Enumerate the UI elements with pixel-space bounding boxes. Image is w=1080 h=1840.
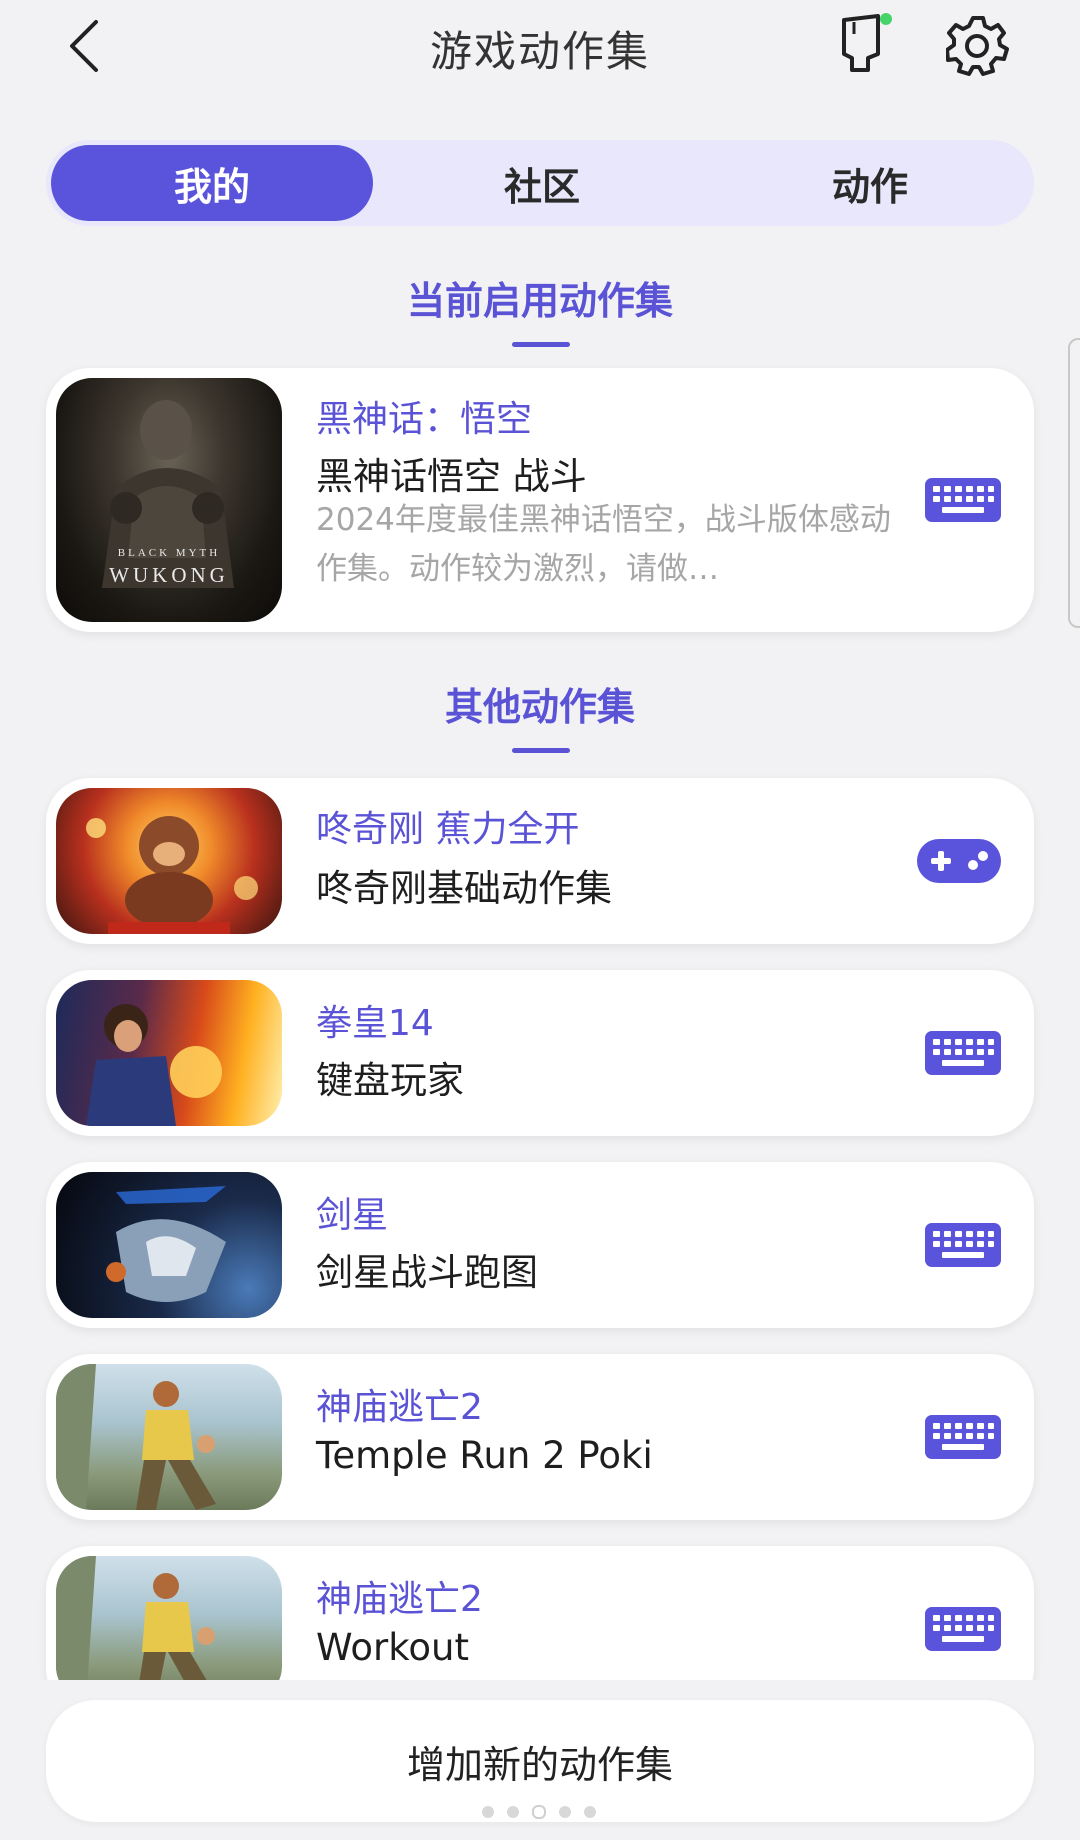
keyboard-icon[interactable] [924, 1606, 1002, 1652]
tab-community[interactable]: 社区 [383, 145, 701, 221]
keyboard-icon[interactable] [924, 1222, 1002, 1268]
page-dot[interactable] [584, 1806, 596, 1818]
other-section-title: 其他动作集 [444, 685, 635, 729]
page-indicator [482, 1805, 596, 1819]
action-set-game-name: 剑星 [316, 1195, 389, 1236]
keyboard-icon[interactable] [924, 477, 1002, 523]
page-dot[interactable] [482, 1806, 494, 1818]
section-underline [512, 342, 570, 347]
action-set-game-name: 拳皇14 [316, 1003, 434, 1044]
thumbnail-logo: BLACK MYTH WUKONG [109, 547, 229, 587]
action-set-game-name: 黑神话：悟空 [316, 399, 533, 440]
action-set-card[interactable]: 剑星 剑星战斗跑图 [46, 1162, 1034, 1328]
app-header: 游戏动作集 [0, 0, 1080, 96]
temple-run-thumbnail [56, 1364, 282, 1510]
action-set-card[interactable]: 拳皇14 键盘玩家 [46, 970, 1034, 1136]
action-set-title: 剑星战斗跑图 [316, 1251, 538, 1294]
page-title: 游戏动作集 [429, 27, 650, 76]
action-set-title: 黑神话悟空 战斗 [316, 455, 587, 498]
action-set-game-name: 神庙逃亡2 [316, 1387, 483, 1428]
keyboard-icon[interactable] [924, 1030, 1002, 1076]
wukong-thumbnail: BLACK MYTH WUKONG [56, 378, 282, 622]
action-set-title: Workout [316, 1626, 469, 1669]
add-action-set-button[interactable]: 增加新的动作集 [46, 1700, 1034, 1822]
tab-actions[interactable]: 动作 [711, 145, 1029, 221]
scroll-indicator[interactable] [1068, 338, 1080, 628]
action-set-title: 键盘玩家 [316, 1059, 464, 1102]
section-underline [512, 748, 570, 753]
tab-bar: 我的 社区 动作 [46, 140, 1034, 226]
page-dot[interactable] [559, 1806, 571, 1818]
kof14-thumbnail [56, 980, 282, 1126]
action-set-game-name: 神庙逃亡2 [316, 1579, 483, 1620]
action-set-description: 2024年度最佳黑神话悟空，战斗版体感动作集。动作较为激烈，请做… [316, 502, 891, 587]
stellar-blade-thumbnail [56, 1172, 282, 1318]
page-dot[interactable] [507, 1806, 519, 1818]
keyboard-icon[interactable] [924, 1414, 1002, 1460]
action-set-card[interactable]: 咚奇刚 蕉力全开 咚奇刚基础动作集 [46, 778, 1034, 944]
gamepad-icon[interactable] [916, 838, 1002, 884]
action-set-card[interactable]: 神庙逃亡2 Temple Run 2 Poki [46, 1354, 1034, 1520]
tab-mine[interactable]: 我的 [51, 145, 373, 221]
page-dot-active[interactable] [532, 1805, 546, 1819]
settings-gear-icon[interactable] [945, 14, 1010, 76]
action-set-game-name: 咚奇刚 蕉力全开 [316, 809, 580, 850]
donkey-kong-thumbnail [56, 788, 282, 934]
device-connected-icon[interactable] [838, 10, 894, 76]
action-set-title: Temple Run 2 Poki [316, 1434, 653, 1477]
action-set-title: 咚奇刚基础动作集 [316, 867, 612, 910]
current-action-set-card[interactable]: BLACK MYTH WUKONG 黑神话：悟空 黑神话悟空 战斗 2024年度… [46, 368, 1034, 632]
current-section-title: 当前启用动作集 [406, 279, 673, 323]
